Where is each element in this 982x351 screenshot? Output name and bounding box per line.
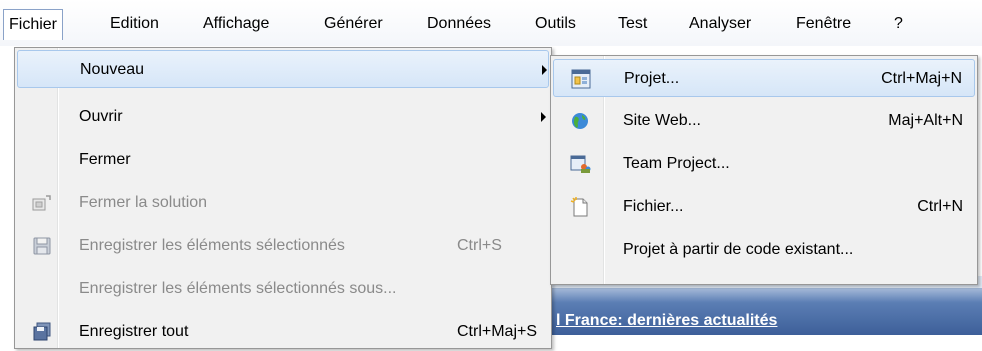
new-file-icon: [569, 196, 591, 218]
menu-item-fermer[interactable]: Fermer: [17, 141, 549, 179]
menu-affichage[interactable]: Affichage: [197, 11, 275, 37]
menu-item-enregistrer-selection-sous[interactable]: Enregistrer les éléments sélectionnés so…: [17, 270, 549, 308]
menu-fichier[interactable]: Fichier: [3, 9, 64, 40]
menu-item-label: Ouvrir: [79, 108, 123, 125]
menu-item-label: Fermer la solution: [79, 194, 208, 211]
submenu-item-fichier[interactable]: Fichier... Ctrl+N: [553, 188, 975, 226]
menu-item-label: Nouveau: [80, 61, 145, 78]
submenu-item-site-web[interactable]: Site Web... Maj+Alt+N: [553, 102, 975, 140]
menu-item-nouveau[interactable]: Nouveau: [17, 50, 549, 88]
menu-item-label: Team Project...: [623, 155, 730, 172]
menu-help[interactable]: ?: [888, 11, 909, 37]
menu-item-shortcut: Ctrl+N: [917, 198, 963, 215]
submenu-item-projet-code-existant[interactable]: Projet à partir de code existant...: [553, 231, 975, 269]
background-news-caption[interactable]: l France: dernières actualités: [556, 312, 777, 330]
submenu-arrow-icon: [542, 65, 547, 75]
close-solution-icon: [31, 192, 53, 214]
menu-bar: Fichier Edition Affichage Générer Donnée…: [0, 0, 982, 46]
menu-outils[interactable]: Outils: [529, 11, 582, 37]
menu-item-ouvrir[interactable]: Ouvrir: [17, 98, 549, 136]
project-icon: [570, 68, 592, 90]
menu-edition[interactable]: Edition: [104, 11, 165, 37]
menu-item-fermer-la-solution[interactable]: Fermer la solution: [17, 184, 549, 222]
submenu-item-team-project[interactable]: Team Project...: [553, 145, 975, 183]
website-globe-icon: [569, 110, 591, 132]
save-icon: [31, 235, 53, 257]
submenu-arrow-icon: [541, 112, 546, 122]
menu-fenetre[interactable]: Fenêtre: [790, 11, 857, 37]
menu-analyser[interactable]: Analyser: [683, 11, 757, 37]
menu-item-shortcut: Ctrl+Maj+S: [457, 323, 538, 340]
menu-test[interactable]: Test: [612, 11, 653, 37]
menu-item-label: Projet...: [624, 70, 680, 87]
new-submenu: Projet... Ctrl+Maj+N Site Web... Maj+Alt…: [550, 55, 978, 285]
menu-item-shortcut: Ctrl+S: [457, 237, 502, 254]
menu-item-label: Enregistrer tout: [79, 323, 189, 340]
menu-item-label: Enregistrer les éléments sélectionnés: [79, 237, 345, 254]
menu-item-label: Projet à partir de code existant...: [623, 241, 854, 258]
menu-generer[interactable]: Générer: [318, 11, 389, 37]
menu-item-enregistrer-tout[interactable]: Enregistrer tout Ctrl+Maj+S: [17, 313, 549, 351]
save-all-icon: [31, 321, 53, 343]
menu-item-label: Fichier...: [623, 198, 684, 215]
menu-item-label: Enregistrer les éléments sélectionnés so…: [79, 280, 397, 297]
menu-item-enregistrer-selection[interactable]: Enregistrer les éléments sélectionnés Ct…: [17, 227, 549, 265]
menu-item-label: Fermer: [79, 151, 131, 168]
submenu-item-projet[interactable]: Projet... Ctrl+Maj+N: [553, 59, 975, 97]
team-project-icon: [569, 153, 591, 175]
menu-item-label: Site Web...: [623, 112, 701, 129]
file-menu: Nouveau Ouvrir Fermer Fermer la solution…: [14, 47, 552, 349]
menu-donnees[interactable]: Données: [421, 11, 497, 37]
menu-item-shortcut: Ctrl+Maj+N: [881, 70, 962, 87]
menu-item-shortcut: Maj+Alt+N: [888, 112, 963, 129]
